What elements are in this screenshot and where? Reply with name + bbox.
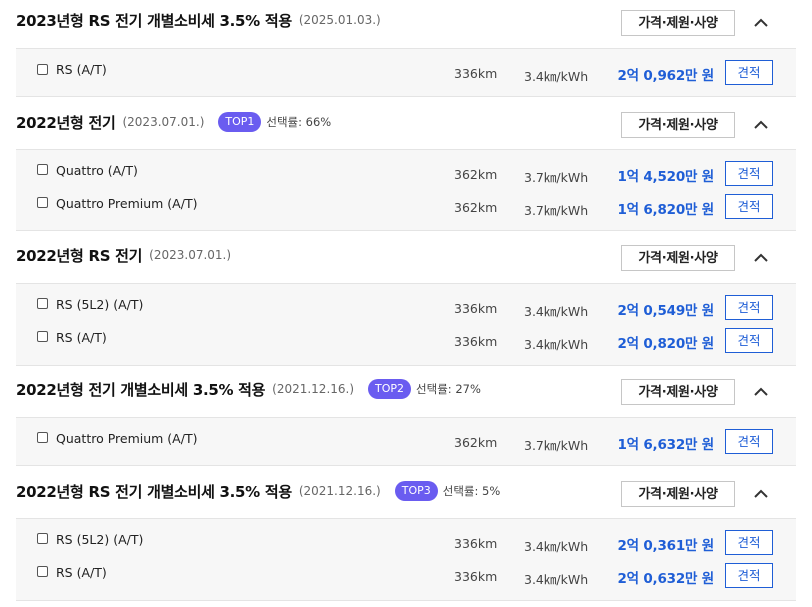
trim-price: 2억 0,632만 원 (617, 571, 714, 587)
trim-efficiency: 3.7㎞/kWh (524, 438, 589, 453)
trim-efficiency: 3.4㎞/kWh (524, 69, 589, 84)
trim-name: RS (A/T) (56, 565, 107, 580)
trim-price: 2억 0,820만 원 (617, 336, 714, 352)
trim-range: 362km (454, 435, 498, 450)
quote-button[interactable]: 견적 (725, 429, 773, 454)
trim-name: Quattro Premium (A/T) (56, 431, 198, 446)
trim-range: 336km (454, 301, 498, 316)
section-title: 2022년형 전기 개별소비세 3.5% 적용 (16, 380, 266, 399)
trim-row: RS (A/T) 336km 3.4㎞/kWh 2억 0,820만 원 견적 (16, 326, 796, 356)
trim-efficiency: 3.7㎞/kWh (524, 203, 589, 218)
chevron-up-icon[interactable] (751, 381, 771, 401)
trim-efficiency: 3.7㎞/kWh (524, 170, 589, 185)
quote-button[interactable]: 견적 (725, 60, 773, 85)
trim-row: RS (A/T) 336km 3.4㎞/kWh 2억 0,632만 원 견적 (16, 561, 796, 591)
trim-name: Quattro (A/T) (56, 163, 138, 178)
section-date: (2021.12.16.) (298, 484, 381, 498)
trim-checkbox[interactable] (37, 432, 48, 443)
trim-name: RS (5L2) (A/T) (56, 532, 144, 547)
selection-rate: 선택률: 27% (416, 382, 481, 396)
trim-checkbox[interactable] (37, 164, 48, 175)
spec-button[interactable]: 가격·제원·사양 (621, 112, 735, 138)
top-badge: TOP3 (394, 481, 438, 501)
chevron-up-icon[interactable] (751, 483, 771, 503)
quote-button[interactable]: 견적 (725, 194, 773, 219)
trim-name: RS (A/T) (56, 330, 107, 345)
trim-checkbox[interactable] (37, 197, 48, 208)
trim-checkbox[interactable] (37, 566, 48, 577)
chevron-up-icon[interactable] (751, 12, 771, 32)
trim-checkbox[interactable] (37, 331, 48, 342)
trim-price: 1억 6,632만 원 (617, 437, 714, 453)
trim-range: 336km (454, 66, 498, 81)
quote-button[interactable]: 견적 (725, 161, 773, 186)
spec-button[interactable]: 가격·제원·사양 (621, 10, 735, 36)
trim-efficiency: 3.4㎞/kWh (524, 572, 589, 587)
trim-group: Quattro (A/T) 362km 3.7㎞/kWh 1억 4,520만 원… (16, 149, 796, 231)
trim-group: RS (A/T) 336km 3.4㎞/kWh 2억 0,962만 원 견적 (16, 48, 796, 97)
trim-price: 1억 4,520만 원 (617, 169, 714, 185)
chevron-up-icon[interactable] (751, 114, 771, 134)
section-title: 2023년형 RS 전기 개별소비세 3.5% 적용 (16, 11, 292, 30)
quote-button[interactable]: 견적 (725, 295, 773, 320)
trim-price: 1억 6,820만 원 (617, 202, 714, 218)
section-date: (2021.12.16.) (272, 382, 355, 396)
chevron-up-icon[interactable] (751, 247, 771, 267)
trim-row: RS (5L2) (A/T) 336km 3.4㎞/kWh 2억 0,549만 … (16, 293, 796, 323)
trim-name: RS (A/T) (56, 62, 107, 77)
trim-group: Quattro Premium (A/T) 362km 3.7㎞/kWh 1억 … (16, 417, 796, 466)
spec-button[interactable]: 가격·제원·사양 (621, 481, 735, 507)
trim-range: 362km (454, 200, 498, 215)
selection-rate: 선택률: 66% (266, 115, 332, 129)
trim-list: 2023년형 RS 전기 개별소비세 3.5% 적용 (2025.01.03.)… (0, 0, 812, 607)
section-title: 2022년형 RS 전기 (16, 246, 143, 265)
section-date: (2023.07.01.) (122, 115, 205, 129)
quote-button[interactable]: 견적 (725, 328, 773, 353)
trim-range: 336km (454, 569, 498, 584)
trim-checkbox[interactable] (37, 64, 48, 75)
trim-row: RS (A/T) 336km 3.4㎞/kWh 2억 0,962만 원 견적 (16, 57, 796, 87)
trim-price: 2억 0,361만 원 (617, 538, 714, 554)
trim-checkbox[interactable] (37, 533, 48, 544)
trim-row: Quattro (A/T) 362km 3.7㎞/kWh 1억 4,520만 원… (16, 159, 796, 189)
trim-efficiency: 3.4㎞/kWh (524, 304, 589, 319)
spec-button[interactable]: 가격·제원·사양 (621, 379, 735, 405)
trim-price: 2억 0,549만 원 (617, 303, 714, 319)
section-date: (2025.01.03.) (298, 13, 381, 27)
trim-range: 336km (454, 334, 498, 349)
spec-button[interactable]: 가격·제원·사양 (621, 245, 735, 271)
trim-price: 2억 0,962만 원 (617, 68, 714, 84)
section-title: 2022년형 전기 (16, 113, 116, 132)
trim-group: RS (5L2) (A/T) 336km 3.4㎞/kWh 2억 0,361만 … (16, 518, 796, 601)
trim-group: RS (5L2) (A/T) 336km 3.4㎞/kWh 2억 0,549만 … (16, 283, 796, 366)
selection-rate: 선택률: 5% (442, 484, 501, 498)
trim-row: RS (5L2) (A/T) 336km 3.4㎞/kWh 2억 0,361만 … (16, 528, 796, 558)
trim-efficiency: 3.4㎞/kWh (524, 337, 589, 352)
top-badge: TOP2 (368, 379, 412, 399)
quote-button[interactable]: 견적 (725, 563, 773, 588)
trim-row: Quattro Premium (A/T) 362km 3.7㎞/kWh 1억 … (16, 192, 796, 222)
trim-range: 336km (454, 536, 498, 551)
trim-range: 362km (454, 167, 498, 182)
trim-row: Quattro Premium (A/T) 362km 3.7㎞/kWh 1억 … (16, 426, 796, 456)
section-date: (2023.07.01.) (149, 248, 232, 262)
trim-checkbox[interactable] (37, 298, 48, 309)
trim-name: Quattro Premium (A/T) (56, 196, 198, 211)
trim-efficiency: 3.4㎞/kWh (524, 539, 589, 554)
section-title: 2022년형 RS 전기 개별소비세 3.5% 적용 (16, 482, 292, 501)
quote-button[interactable]: 견적 (725, 530, 773, 555)
trim-name: RS (5L2) (A/T) (56, 297, 144, 312)
top-badge: TOP1 (218, 112, 262, 132)
